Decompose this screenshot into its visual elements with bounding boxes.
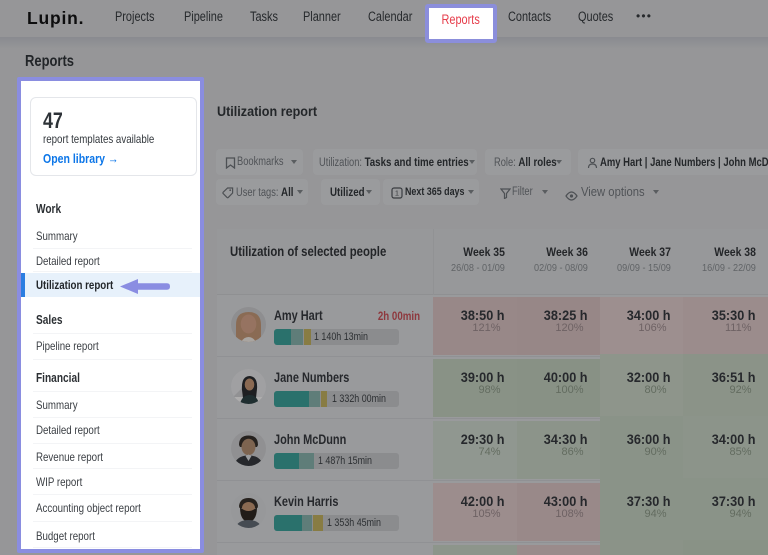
svg-text:1: 1 xyxy=(395,189,399,198)
